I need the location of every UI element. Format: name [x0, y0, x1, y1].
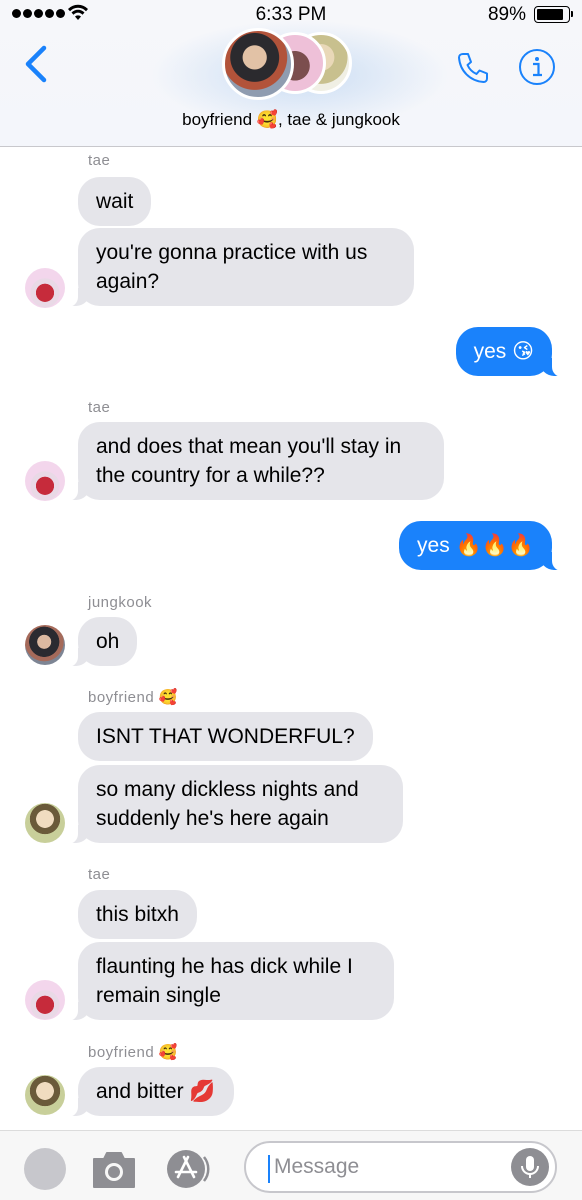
incoming-message-bubble[interactable]: this bitxh — [78, 890, 197, 939]
message-text: yes 😘 — [473, 340, 534, 363]
incoming-message-bubble[interactable]: wait — [78, 177, 152, 226]
message-text: suddenly he's here again — [96, 807, 329, 830]
status-bar: 6:33 PM 89% — [0, 0, 582, 30]
message-text: yes 🔥🔥🔥 — [417, 534, 534, 557]
camera-icon[interactable] — [90, 1147, 138, 1191]
sender-label: tae — [88, 152, 111, 169]
info-icon[interactable] — [518, 48, 556, 86]
sender-label: boyfriend 🥰 — [88, 1044, 179, 1061]
app-store-icon[interactable] — [164, 1147, 212, 1191]
apps-circle-button[interactable] — [24, 1148, 66, 1190]
message-text: the country for a while?? — [96, 464, 325, 487]
avatar — [222, 28, 294, 100]
avatar[interactable] — [25, 803, 65, 843]
sender-label: boyfriend 🥰 — [88, 689, 179, 706]
conversation-header: 6:33 PM 89% boyfriend 🥰, tae & jungkook — [0, 0, 582, 147]
incoming-message-bubble[interactable]: and does that mean you'll stay in the co… — [66, 422, 444, 501]
battery-icon — [534, 6, 573, 23]
message-text: wait — [96, 190, 134, 213]
message-input[interactable]: Message — [244, 1141, 557, 1193]
avatar[interactable] — [25, 980, 65, 1020]
message-text: so many dickless nights and — [96, 778, 359, 801]
message-text: ISNT THAT WONDERFUL? — [96, 725, 355, 748]
incoming-message-bubble[interactable]: flaunting he has dick while I remain sin… — [66, 942, 394, 1021]
avatar[interactable] — [25, 461, 65, 501]
message-text: and bitter 💋 — [96, 1080, 216, 1103]
group-avatars[interactable] — [222, 28, 362, 100]
back-chevron-icon[interactable] — [22, 44, 52, 84]
avatar[interactable] — [25, 268, 65, 308]
message-text: this bitxh — [96, 903, 179, 926]
avatar[interactable] — [25, 625, 65, 665]
message-text: flaunting he has dick while I — [96, 955, 353, 978]
phone-icon[interactable] — [455, 50, 491, 86]
message-text: oh — [96, 630, 120, 653]
conversation-title[interactable]: boyfriend 🥰, tae & jungkook — [0, 110, 582, 130]
incoming-message-bubble[interactable]: ISNT THAT WONDERFUL? — [78, 712, 373, 761]
text-cursor — [268, 1155, 270, 1183]
sender-label: jungkook — [88, 594, 153, 611]
incoming-message-bubble[interactable]: so many dickless nights and suddenly he'… — [66, 765, 403, 844]
microphone-icon[interactable] — [511, 1148, 549, 1186]
compose-bar: Message — [0, 1130, 582, 1200]
outgoing-message-bubble[interactable]: yes 😘 — [455, 327, 565, 377]
outgoing-message-bubble[interactable]: yes 🔥🔥🔥 — [399, 521, 564, 571]
battery-percentage: 89% — [487, 4, 526, 25]
incoming-message-bubble[interactable]: oh — [65, 617, 138, 667]
avatar[interactable] — [25, 1075, 65, 1115]
incoming-message-bubble[interactable]: and bitter 💋 — [66, 1067, 234, 1117]
message-text: and does that mean you'll stay in — [96, 435, 402, 458]
sender-label: tae — [88, 866, 111, 883]
message-text: remain single — [96, 984, 221, 1007]
message-placeholder: Message — [274, 1155, 360, 1178]
sender-label: tae — [88, 399, 111, 416]
message-text: you're gonna practice with us — [96, 241, 368, 264]
message-text: again? — [96, 270, 160, 293]
incoming-message-bubble[interactable]: you're gonna practice with us again? — [66, 228, 414, 307]
